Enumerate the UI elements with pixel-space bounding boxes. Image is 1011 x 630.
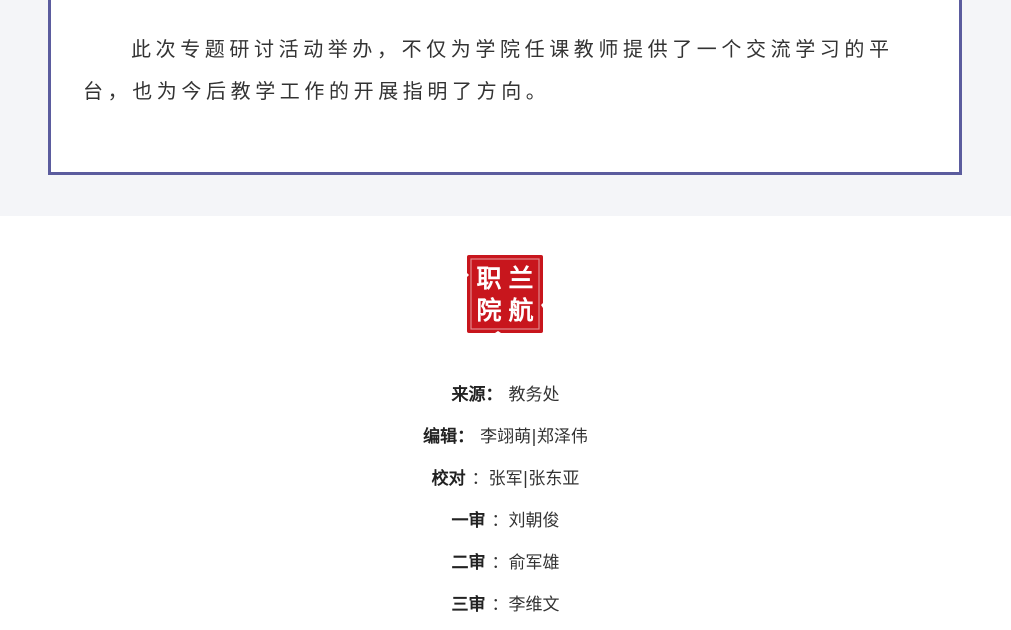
credit-label: 一审: [451, 511, 486, 531]
credit-third-review: 三审 ：李维文: [0, 584, 1011, 626]
credit-value: ：刘朝俊: [491, 511, 560, 531]
credit-first-review: 一审 ：刘朝俊: [0, 500, 1011, 542]
article-section: 此次专题研讨活动举办，不仅为学院任课教师提供了一个交流学习的平台，也为今后教学工…: [0, 0, 1011, 216]
article-paragraph: 此次专题研讨活动举办，不仅为学院任课教师提供了一个交流学习的平台，也为今后教学工…: [83, 37, 894, 103]
credit-label: 编辑：: [423, 427, 475, 447]
credit-proofreader: 校对 ：张军|张东亚: [0, 458, 1011, 500]
credit-value: ：俞军雄: [491, 553, 560, 573]
credit-label: 校对: [431, 469, 466, 489]
seal-char-1: 职: [476, 264, 501, 293]
college-seal-icon: 职 院 兰 航: [465, 253, 545, 335]
credit-value: ：李维文: [491, 595, 560, 615]
seal-char-4: 航: [508, 296, 533, 325]
credit-label: 三审: [451, 595, 486, 615]
credit-value: 李翊萌|郑泽伟: [480, 427, 588, 447]
credit-source: 来源： 教务处: [0, 374, 1011, 416]
credit-label: 二审: [451, 553, 486, 573]
credit-label: 来源：: [451, 385, 503, 405]
credit-value: ：张军|张东亚: [471, 469, 580, 489]
seal-char-3: 兰: [508, 264, 533, 293]
credit-second-review: 二审 ：俞军雄: [0, 542, 1011, 584]
credit-editor: 编辑： 李翊萌|郑泽伟: [0, 416, 1011, 458]
credit-value: 教务处: [508, 385, 560, 405]
credits-list: 来源： 教务处 编辑： 李翊萌|郑泽伟 校对 ：张军|张东亚 一审 ：刘朝俊 二审 ：俞军…: [0, 374, 1011, 626]
seal-char-2: 院: [476, 296, 501, 325]
article-box: 此次专题研讨活动举办，不仅为学院任课教师提供了一个交流学习的平台，也为今后教学工…: [48, 0, 962, 175]
